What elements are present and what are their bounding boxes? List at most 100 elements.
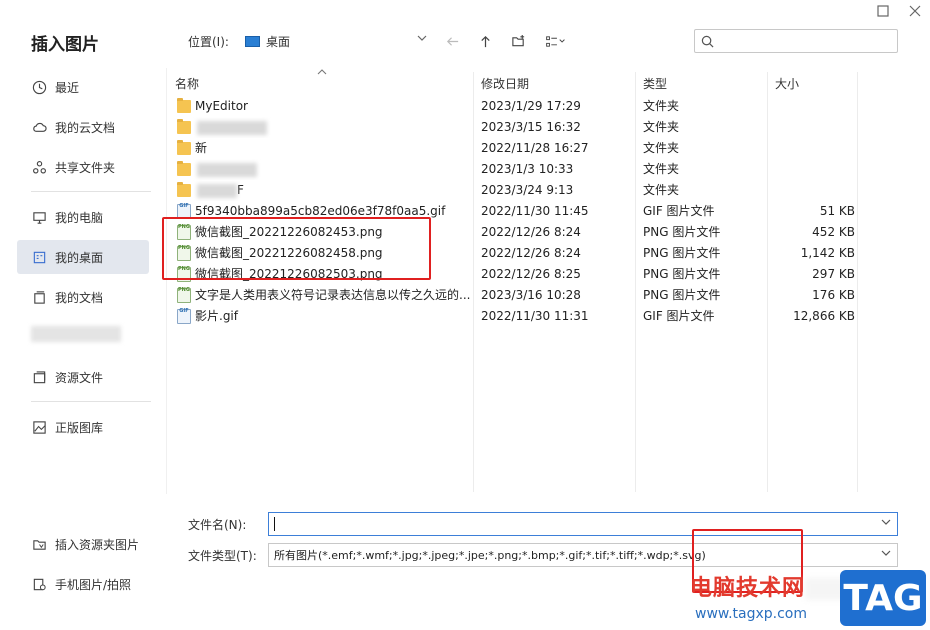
sidebar-item-label: 我的桌面	[55, 250, 104, 265]
column-header-date[interactable]: 修改日期	[473, 68, 635, 98]
file-date: 2023/3/24 9:13	[481, 183, 574, 197]
column-header-name[interactable]: 名称	[167, 68, 473, 98]
sidebar-item-my-documents[interactable]: 我的文档	[17, 280, 149, 314]
sidebar-item-label: 我的云文档	[55, 120, 116, 135]
search-input[interactable]	[720, 34, 890, 48]
arrow-up-icon	[481, 35, 491, 47]
file-name: F	[237, 183, 244, 197]
folder-icon	[177, 140, 191, 155]
blurred-sidebar-item	[31, 326, 121, 342]
location-select[interactable]: 桌面	[244, 31, 431, 51]
sidebar-item-recent[interactable]: 最近	[17, 70, 149, 104]
sidebar-item-label: 共享文件夹	[55, 160, 116, 175]
back-button[interactable]	[442, 30, 464, 52]
file-size	[775, 159, 855, 180]
list-view-icon	[546, 35, 565, 47]
file-size	[775, 117, 855, 138]
up-folder-button[interactable]	[475, 30, 497, 52]
file-type: GIF 图片文件	[643, 309, 715, 323]
sidebar-item-label: 手机图片/拍照	[55, 577, 132, 592]
sidebar-item-phone-photo[interactable]: 手机图片/拍照	[17, 567, 149, 601]
sidebar-item-shared-folder[interactable]: 共享文件夹	[17, 150, 149, 184]
sidebar-divider	[31, 401, 151, 402]
file-size: 12,866 KB	[793, 309, 855, 323]
location-label: 位置(I):	[188, 34, 229, 49]
file-date: 2022/12/26 8:25	[481, 267, 581, 281]
file-row[interactable]: F 2023/3/24 9:13 文件夹	[167, 180, 897, 201]
filename-label: 文件名(N):	[188, 517, 247, 532]
file-type: PNG 图片文件	[643, 288, 721, 302]
maximize-icon	[877, 5, 889, 17]
file-size	[775, 96, 855, 117]
desktop-location-icon	[244, 35, 260, 47]
sidebar-item-my-desktop[interactable]: 我的桌面	[17, 240, 149, 274]
sidebar-item-my-computer[interactable]: 我的电脑	[17, 200, 149, 234]
sidebar-item-gallery[interactable]: 正版图库	[17, 410, 149, 444]
desktop-icon	[31, 249, 47, 265]
file-type: GIF 图片文件	[643, 204, 715, 218]
file-date: 2022/11/28 16:27	[481, 141, 589, 155]
filename-input[interactable]	[268, 512, 898, 536]
file-size	[775, 138, 855, 159]
location-value: 桌面	[265, 34, 290, 49]
sidebar-item-label: 最近	[55, 80, 80, 95]
close-icon	[909, 5, 921, 17]
file-type: PNG 图片文件	[643, 267, 721, 281]
column-header-size[interactable]: 大小	[767, 68, 857, 98]
blurred-file-name	[197, 183, 237, 198]
new-folder-button[interactable]	[508, 30, 530, 52]
view-mode-button[interactable]	[541, 30, 571, 52]
sidebar-item-insert-resource-folder[interactable]: 插入资源夹图片	[17, 527, 149, 561]
text-cursor	[274, 517, 275, 531]
search-icon	[701, 35, 714, 47]
arrow-left-icon	[447, 36, 459, 46]
file-row[interactable]: 影片.gif 2022/11/30 11:31 GIF 图片文件 12,866 …	[167, 306, 897, 327]
filetype-value: 所有图片(*.emf;*.wmf;*.jpg;*.jpeg;*.jpe;*.pn…	[274, 549, 706, 562]
sidebar-item-resource-files[interactable]: 资源文件	[17, 360, 149, 394]
file-list: 名称 修改日期 类型 大小 MyEditor 2023/1/29 17:29 文…	[166, 68, 896, 494]
file-name: 影片.gif	[195, 309, 238, 323]
file-name: MyEditor	[195, 99, 248, 113]
highlight-box-files	[162, 217, 431, 280]
file-type: 文件夹	[643, 141, 680, 155]
phone-photo-icon	[31, 576, 47, 592]
share-icon	[31, 159, 47, 175]
close-button[interactable]	[906, 2, 924, 20]
blurred-file-name	[197, 120, 267, 135]
file-date: 2023/1/3 10:33	[481, 162, 574, 176]
file-date: 2022/11/30 11:31	[481, 309, 589, 323]
cloud-icon	[31, 119, 47, 135]
filetype-select[interactable]: 所有图片(*.emf;*.wmf;*.jpg;*.jpeg;*.jpe;*.pn…	[268, 543, 898, 567]
file-row[interactable]: 文字是人类用表义符号记录表达信息以传之久远的... 2023/3/16 10:2…	[167, 285, 897, 306]
dialog-title: 插入图片	[31, 35, 99, 55]
file-size	[775, 180, 855, 201]
watermark-url: www.tagxp.com	[695, 606, 807, 622]
clock-icon	[31, 79, 47, 95]
location-toolbar: 位置(I): 桌面	[188, 30, 571, 52]
maximize-button[interactable]	[874, 2, 892, 20]
file-date: 2023/1/29 17:29	[481, 99, 581, 113]
sidebar-item-cloud-docs[interactable]: 我的云文档	[17, 110, 149, 144]
file-row[interactable]: 2023/1/3 10:33 文件夹	[167, 159, 897, 180]
file-name: 文字是人类用表义符号记录表达信息以传之久远的...	[195, 288, 471, 302]
file-row[interactable]: MyEditor 2023/1/29 17:29 文件夹	[167, 96, 897, 117]
file-date: 2022/11/30 11:45	[481, 204, 589, 218]
chevron-down-icon[interactable]	[881, 517, 891, 530]
file-row[interactable]: 2023/3/15 16:32 文件夹	[167, 117, 897, 138]
column-header-type[interactable]: 类型	[635, 68, 767, 98]
file-type: 文件夹	[643, 99, 680, 113]
watermark-tag-logo: TAG	[840, 570, 926, 626]
file-size: 51 KB	[819, 204, 855, 218]
search-box[interactable]	[694, 29, 898, 53]
blurred-file-name	[197, 162, 257, 177]
file-size: 452 KB	[812, 225, 855, 239]
gif-file-icon	[177, 306, 191, 324]
documents-icon	[31, 289, 47, 305]
sidebar-item-label: 插入资源夹图片	[55, 537, 140, 552]
resource-folder-icon	[31, 536, 47, 552]
file-size: 297 KB	[812, 267, 855, 281]
file-row[interactable]: 新 2022/11/28 16:27 文件夹	[167, 138, 897, 159]
file-type: PNG 图片文件	[643, 246, 721, 260]
sidebar-divider	[31, 191, 151, 192]
file-type: 文件夹	[643, 120, 680, 134]
